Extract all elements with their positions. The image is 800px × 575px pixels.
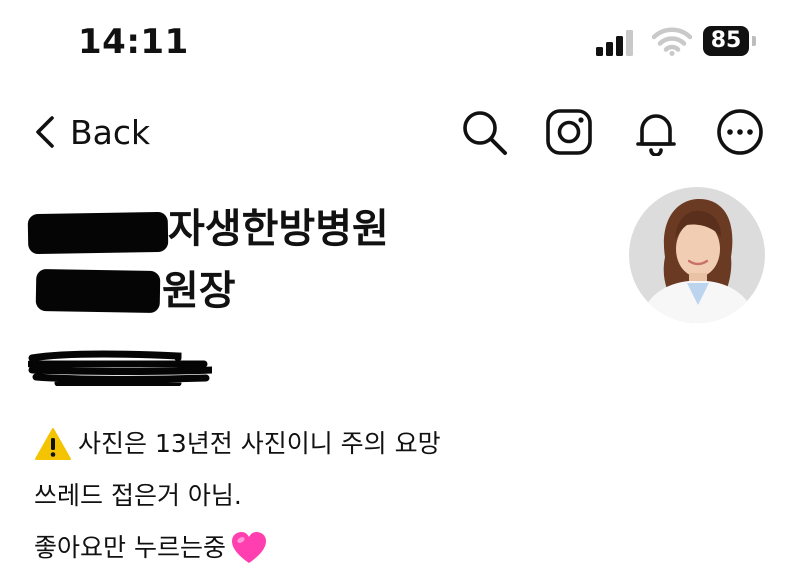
- battery-icon: 85: [703, 26, 757, 56]
- bio-line-1: 사진은 13년전 사진이니 주의 요망: [34, 418, 441, 470]
- bio-text-3: 좋아요만 누르는중: [34, 533, 226, 562]
- signal-bars-icon: [596, 28, 634, 56]
- profile-name-line2: 원장: [162, 268, 236, 314]
- bio-text-1: 사진은 13년전 사진이니 주의 요망: [78, 429, 441, 458]
- bio-text-2: 쓰레드 접은거 아님.: [34, 481, 242, 510]
- bio-line-2: 쓰레드 접은거 아님.: [34, 470, 441, 522]
- profile-bio: 사진은 13년전 사진이니 주의 요망 쓰레드 접은거 아님. 좋아요만 누르는…: [34, 418, 441, 574]
- nav-bar: Back: [0, 100, 800, 164]
- chevron-left-icon: [36, 116, 54, 148]
- profile-name: 자생한방병원 원장: [30, 198, 389, 322]
- warning-icon: [35, 428, 71, 460]
- back-label: Back: [70, 112, 151, 152]
- battery-level: 85: [710, 28, 742, 53]
- more-icon[interactable]: [716, 108, 764, 156]
- wifi-icon: [651, 26, 693, 56]
- instagram-icon[interactable]: [545, 108, 593, 156]
- back-button[interactable]: Back: [32, 108, 150, 156]
- bio-line-3: 좋아요만 누르는중: [34, 522, 441, 574]
- status-bar: 14:11 85: [0, 0, 800, 90]
- pink-heart-icon: [231, 532, 266, 563]
- search-icon[interactable]: [460, 108, 508, 156]
- profile-name-line1: 자생한방병원: [168, 206, 389, 252]
- avatar[interactable]: [629, 187, 765, 323]
- status-time: 14:11: [78, 22, 189, 62]
- handle-redaction: [26, 350, 216, 387]
- bell-icon[interactable]: [632, 108, 680, 157]
